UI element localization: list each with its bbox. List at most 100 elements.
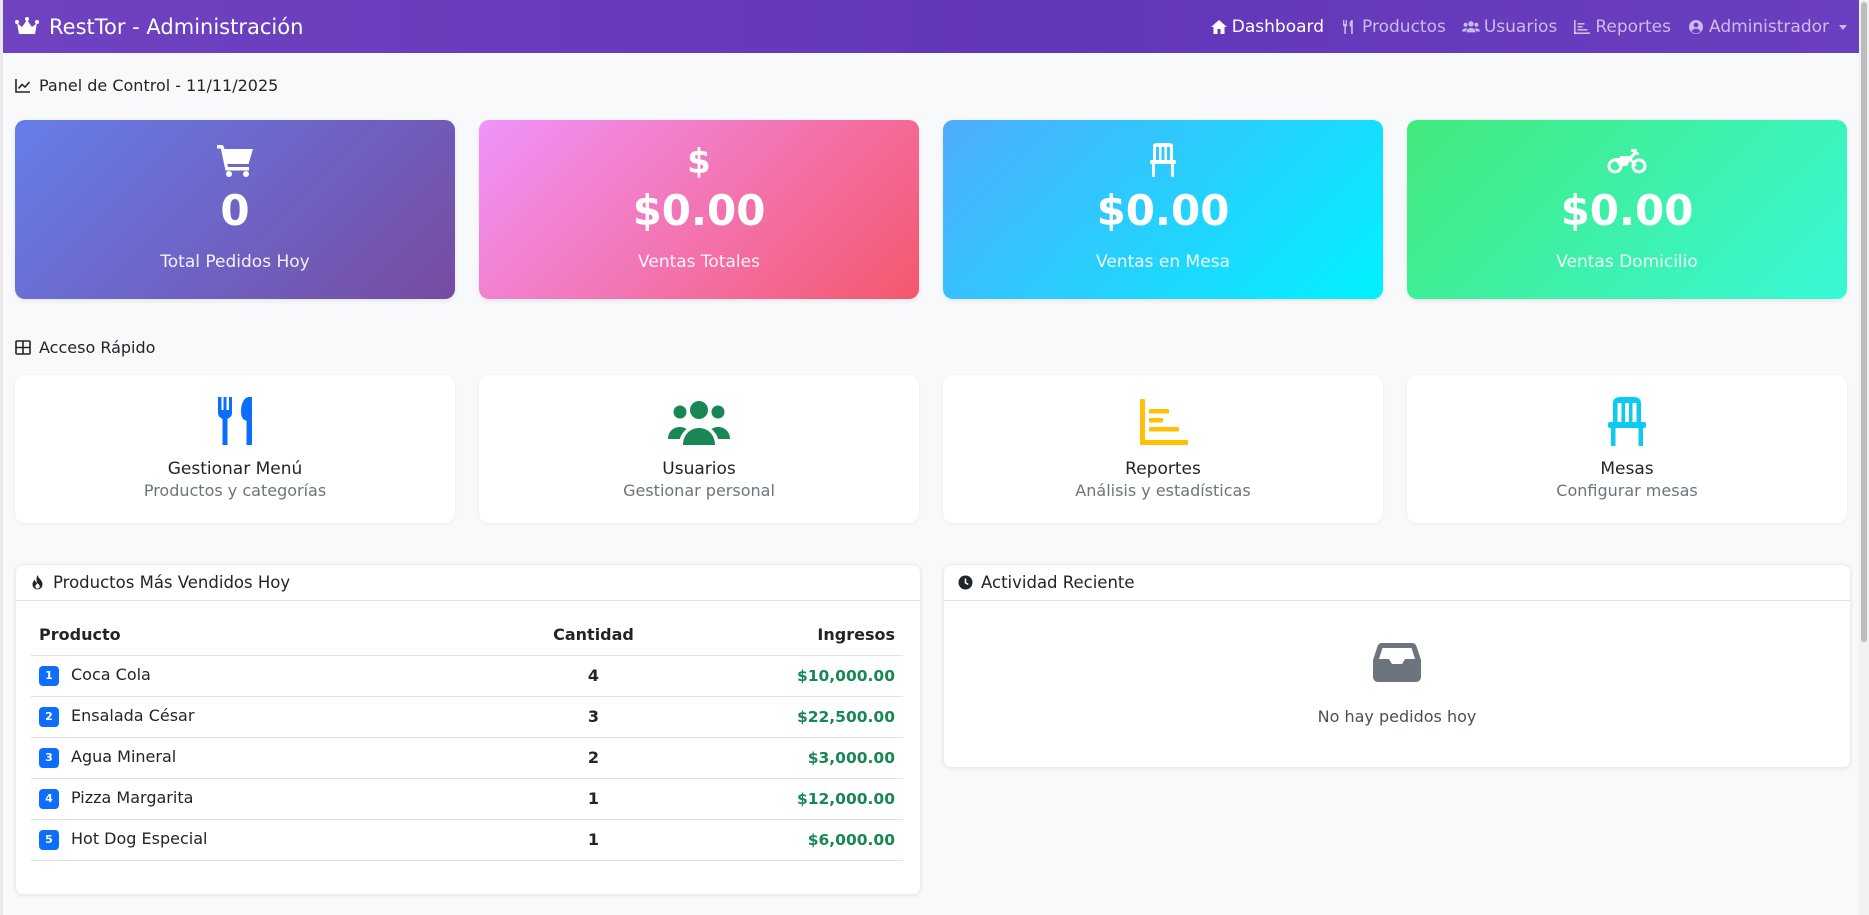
product-income: $6,000.00	[686, 819, 903, 861]
recent-activity-card: Actividad Reciente No hay pedidos hoy	[943, 564, 1851, 768]
product-name: Ensalada César	[71, 706, 195, 726]
users-icon	[1461, 20, 1480, 32]
nav-links: Dashboard Productos Usuarios Reportes Ad…	[1210, 17, 1847, 37]
recent-activity-header: Actividad Reciente	[944, 565, 1850, 601]
rank-badge: 2	[39, 706, 59, 727]
quick-access-title: Acceso Rápido	[15, 338, 155, 357]
motorcycle-icon	[1607, 149, 1647, 174]
panel-title: Panel de Control - 11/11/2025	[15, 76, 278, 95]
product-name: Agua Mineral	[71, 747, 177, 767]
top-navbar: RestTor - Administración Dashboard Produ…	[3, 0, 1859, 53]
chart-icon	[1140, 399, 1188, 445]
stat-label: Ventas Totales	[638, 252, 760, 272]
table-icon	[15, 340, 31, 355]
inbox-icon	[1373, 643, 1421, 682]
panel-title-text: Panel de Control - 11/11/2025	[39, 76, 279, 95]
chevron-down-icon	[1839, 25, 1847, 30]
table-row: 2 Ensalada César 3 $22,500.00	[31, 696, 903, 738]
quick-mesas[interactable]: Mesas Configurar mesas	[1407, 375, 1847, 523]
user-circle-icon	[1688, 19, 1703, 34]
line-chart-icon	[15, 79, 31, 93]
product-income: $22,500.00	[686, 696, 903, 738]
product-qty: 3	[501, 696, 686, 738]
table-header-row: Producto Cantidad Ingresos	[31, 615, 903, 656]
table-row: 3 Agua Mineral 2 $3,000.00	[31, 737, 903, 779]
top-products-card: Productos Más Vendidos Hoy Producto Cant…	[15, 564, 921, 895]
recent-activity-title: Actividad Reciente	[981, 573, 1135, 592]
stat-card-pedidos: 0 Total Pedidos Hoy	[15, 120, 455, 299]
stat-value: $0.00	[1560, 186, 1694, 235]
quick-reportes[interactable]: Reportes Análisis y estadísticas	[943, 375, 1383, 523]
top-products-title: Productos Más Vendidos Hoy	[53, 573, 291, 592]
quick-subtitle: Análisis y estadísticas	[1075, 481, 1251, 500]
column-header: Cantidad	[501, 615, 686, 656]
quick-access-title-text: Acceso Rápido	[39, 338, 156, 357]
users-icon	[668, 401, 730, 445]
table-row: 1 Coca Cola 4 $10,000.00	[31, 655, 903, 697]
rank-badge: 4	[39, 788, 59, 809]
nav-dashboard[interactable]: Dashboard	[1210, 17, 1324, 37]
nav-admin-label: Administrador	[1708, 16, 1829, 37]
app-title: RestTor - Administración	[49, 14, 304, 39]
dollar-icon: $	[687, 142, 711, 178]
nav-productos[interactable]: Productos	[1340, 17, 1446, 37]
nav-reportes-label: Reportes	[1595, 16, 1671, 37]
column-header: Producto	[31, 615, 501, 656]
rank-badge: 5	[39, 829, 59, 850]
nav-productos-label: Productos	[1362, 16, 1446, 37]
home-icon	[1210, 19, 1227, 34]
table-row: 5 Hot Dog Especial 1 $6,000.00	[31, 819, 903, 861]
nav-usuarios[interactable]: Usuarios	[1461, 16, 1558, 37]
product-name: Pizza Margarita	[71, 788, 194, 808]
stat-value: 0	[220, 186, 250, 235]
quick-gestionar-menu[interactable]: Gestionar Menú Productos y categorías	[15, 375, 455, 523]
quick-subtitle: Gestionar personal	[623, 481, 775, 500]
product-income: $10,000.00	[686, 655, 903, 697]
top-products-table: Producto Cantidad Ingresos 1 Coca Cola 4 …	[31, 615, 903, 861]
chair-icon	[1608, 397, 1646, 446]
product-qty: 1	[501, 778, 686, 820]
rank-badge: 3	[39, 747, 59, 768]
nav-admin-dropdown[interactable]: Administrador	[1687, 17, 1847, 37]
chair-icon	[1150, 143, 1176, 177]
utensils-icon	[1343, 19, 1353, 34]
product-qty: 2	[501, 737, 686, 779]
product-qty: 1	[501, 819, 686, 861]
utensils-icon	[218, 397, 252, 445]
stat-value: $0.00	[632, 186, 766, 235]
stat-value: $0.00	[1096, 186, 1230, 235]
product-income: $3,000.00	[686, 737, 903, 779]
column-header: Ingresos	[686, 615, 903, 656]
chart-icon	[1574, 19, 1591, 34]
scrollbar[interactable]	[1859, 0, 1869, 915]
cart-icon	[217, 145, 253, 177]
nav-reportes[interactable]: Reportes	[1573, 17, 1671, 37]
product-name: Hot Dog Especial	[71, 829, 208, 849]
crown-icon	[15, 16, 39, 34]
nav-dashboard-label: Dashboard	[1231, 16, 1325, 37]
table-row: 4 Pizza Margarita 1 $12,000.00	[31, 778, 903, 820]
quick-subtitle: Productos y categorías	[143, 481, 327, 500]
stat-card-ventas-mesa: $0.00 Ventas en Mesa	[943, 120, 1383, 299]
stat-card-ventas-totales: $ $0.00 Ventas Totales	[479, 120, 919, 299]
quick-title: Mesas	[1600, 459, 1654, 479]
stat-card-ventas-domicilio: $0.00 Ventas Domicilio	[1407, 120, 1847, 299]
clock-icon	[958, 575, 973, 590]
rank-badge: 1	[39, 665, 59, 686]
scrollbar-thumb[interactable]	[1861, 2, 1867, 642]
quick-usuarios[interactable]: Usuarios Gestionar personal	[479, 375, 919, 523]
product-name: Coca Cola	[71, 665, 151, 685]
nav-usuarios-label: Usuarios	[1483, 16, 1558, 37]
quick-title: Reportes	[1125, 459, 1201, 479]
product-income: $12,000.00	[686, 778, 903, 820]
brand[interactable]: RestTor - Administración	[15, 15, 303, 39]
stat-label: Total Pedidos Hoy	[160, 252, 310, 272]
product-qty: 4	[501, 655, 686, 697]
quick-title: Gestionar Menú	[167, 459, 303, 479]
stat-label: Ventas en Mesa	[1096, 252, 1230, 272]
stat-label: Ventas Domicilio	[1556, 252, 1698, 272]
quick-subtitle: Configurar mesas	[1556, 481, 1698, 500]
page: RestTor - Administración Dashboard Produ…	[3, 0, 1859, 915]
fire-icon	[32, 575, 43, 590]
svg-text:$: $	[687, 142, 711, 178]
